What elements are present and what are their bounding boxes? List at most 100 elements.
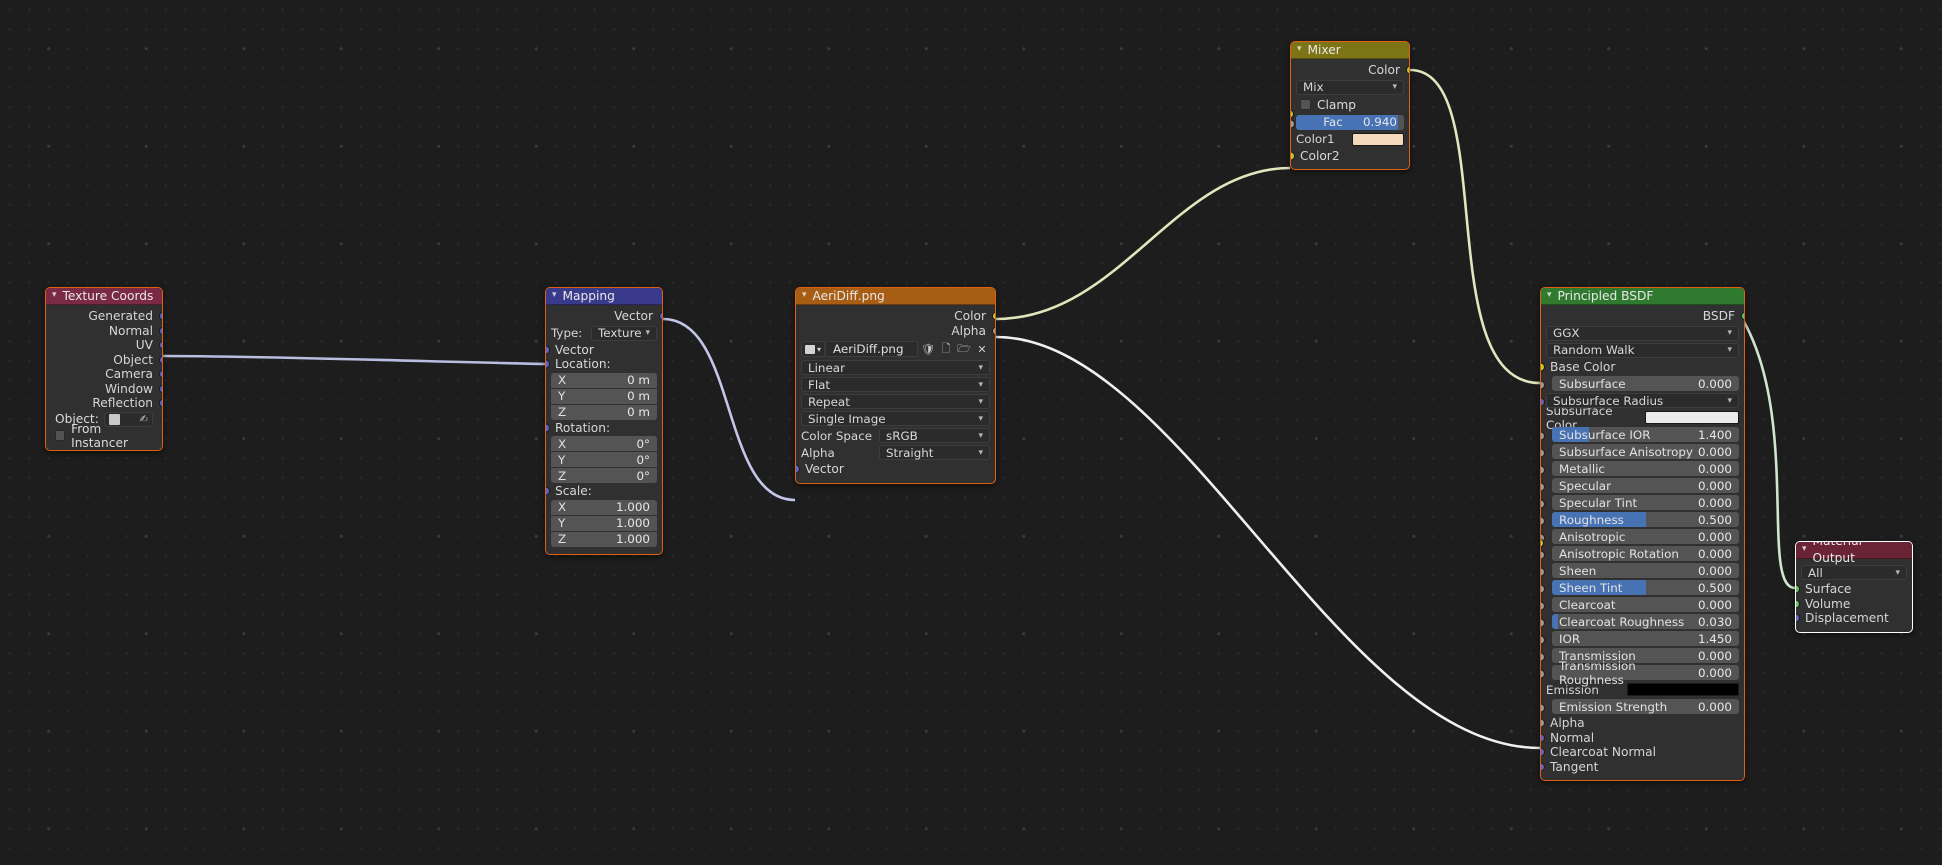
fake-user-shield-icon[interactable]: 🛡 [920, 341, 936, 357]
collapse-chevron-icon[interactable]: ▾ [1547, 288, 1552, 304]
socket-tangent[interactable] [1541, 762, 1545, 772]
location-section-label[interactable]: Location: [546, 357, 662, 372]
output-socket-row-vector[interactable]: Vector [546, 309, 662, 324]
output-socket-row-color[interactable]: Color [796, 309, 995, 324]
socket-anisotropic-rotation[interactable] [1541, 550, 1545, 560]
subsurface-color-swatch[interactable] [1645, 411, 1739, 424]
input-socket-row-tangent[interactable]: Tangent [1541, 760, 1744, 775]
checkbox-icon[interactable] [1300, 99, 1311, 110]
eyedropper-icon[interactable]: ✍ [140, 414, 148, 425]
input-socket-row-volume[interactable]: Volume [1796, 597, 1912, 612]
socket-color2[interactable] [1291, 151, 1295, 161]
clearcoat-roughness-slider[interactable]: Clearcoat Roughness 0.030 [1552, 614, 1739, 629]
interpolation-dropdown[interactable]: Linear ▾ [801, 360, 990, 375]
output-socket-row-normal[interactable]: Normal [46, 324, 162, 339]
socket-roughness[interactable] [1541, 516, 1545, 526]
transmission-roughness-slider[interactable]: Transmission Roughness 0.000 [1552, 659, 1739, 687]
metallic-slider[interactable]: Metallic 0.000 [1552, 461, 1739, 476]
socket-scale[interactable] [546, 486, 550, 496]
output-socket-row-uv[interactable]: UV [46, 338, 162, 353]
blend-mode-dropdown[interactable]: Mix ▾ [1296, 79, 1404, 95]
node-image-texture[interactable]: ▾ AeriDiff.png Color Alpha ▾ AeriDiff.pn… [795, 287, 996, 484]
alpha-dropdown[interactable]: Straight ▾ [879, 445, 990, 460]
specular-slider[interactable]: Specular 0.000 [1552, 478, 1739, 493]
rotation-section-label[interactable]: Rotation: [546, 421, 662, 436]
color-space-dropdown[interactable]: sRGB ▾ [879, 428, 990, 443]
input-socket-row-base-color[interactable]: Base Color [1541, 360, 1744, 375]
fac-slider[interactable]: Fac 0.940 [1296, 114, 1404, 130]
output-socket-row-object[interactable]: Object [46, 353, 162, 368]
socket-object[interactable] [158, 355, 162, 365]
output-socket-row-alpha[interactable]: Alpha [796, 324, 995, 339]
source-dropdown[interactable]: Single Image ▾ [801, 411, 990, 426]
socket-subsurface[interactable] [1541, 380, 1545, 390]
collapse-chevron-icon[interactable]: ▾ [802, 288, 807, 304]
color1-swatch[interactable] [1352, 132, 1404, 146]
socket-clearcoat[interactable] [1541, 601, 1545, 611]
anisotropic-rotation-slider[interactable]: Anisotropic Rotation 0.000 [1552, 546, 1739, 561]
scale-fields[interactable]: X 1.000 Y 1.000 Z 1.000 [551, 499, 657, 547]
socket-displacement[interactable] [1796, 613, 1800, 623]
socket-uv[interactable] [158, 340, 162, 350]
node-header-principled-bsdf[interactable]: ▾ Principled BSDF [1541, 288, 1744, 305]
socket-clearcoat-roughness[interactable] [1541, 618, 1545, 628]
specular-tint-slider[interactable]: Specular Tint 0.000 [1552, 495, 1739, 510]
collapse-chevron-icon[interactable]: ▾ [52, 288, 57, 304]
color-space-row[interactable]: Color Space sRGB ▾ [801, 428, 990, 443]
emission-strength-slider[interactable]: Emission Strength 0.000 [1552, 699, 1739, 714]
input-socket-row-clearcoat-normal[interactable]: Clearcoat Normal [1541, 745, 1744, 760]
sheen-tint-slider[interactable]: Sheen Tint 0.500 [1552, 580, 1739, 595]
socket-generated[interactable] [158, 311, 162, 321]
mapping-type-row[interactable]: Type: Texture ▾ [551, 325, 657, 341]
from-instancer-checkbox[interactable]: From Instancer [46, 422, 162, 450]
anisotropic-slider[interactable]: Anisotropic 0.000 [1552, 529, 1739, 544]
collapse-chevron-icon[interactable]: ▾ [1297, 42, 1302, 58]
socket-vector-out[interactable] [658, 311, 662, 321]
output-socket-row-camera[interactable]: Camera [46, 367, 162, 382]
collapse-chevron-icon[interactable]: ▾ [1802, 542, 1807, 558]
node-header-image-texture[interactable]: ▾ AeriDiff.png [796, 288, 995, 305]
scale-z[interactable]: Z 1.000 [551, 531, 657, 547]
alpha-mode-row[interactable]: Alpha Straight ▾ [801, 445, 990, 460]
duplicate-copy-icon[interactable]: 🗋 [938, 341, 954, 357]
subsurface-method-dropdown[interactable]: Random Walk ▾ [1546, 342, 1739, 358]
output-socket-row-window[interactable]: Window [46, 382, 162, 397]
socket-reflection[interactable] [158, 398, 162, 408]
socket-normal[interactable] [158, 326, 162, 336]
socket-subsurface-anisotropy[interactable] [1541, 448, 1545, 458]
output-socket-row-color[interactable]: Color [1291, 63, 1409, 78]
socket-rotation[interactable] [546, 423, 550, 433]
location-y[interactable]: Y 0 m [551, 388, 657, 404]
location-fields[interactable]: X 0 m Y 0 m Z 0 m [551, 372, 657, 420]
socket-alpha-out[interactable] [991, 326, 995, 336]
socket-transmission[interactable] [1541, 652, 1545, 662]
socket-color-out[interactable] [1405, 65, 1409, 75]
color1-row[interactable]: Color1 [1291, 109, 1404, 147]
socket-alpha[interactable] [1541, 718, 1545, 728]
socket-fac[interactable] [1291, 119, 1295, 128]
projection-dropdown[interactable]: Flat ▾ [801, 377, 990, 392]
socket-volume[interactable] [1796, 599, 1800, 609]
socket-sheen[interactable] [1541, 567, 1545, 577]
subsurface-anisotropy-slider[interactable]: Subsurface Anisotropy 0.000 [1552, 444, 1739, 459]
rotation-y[interactable]: Y 0° [551, 452, 657, 467]
socket-specular-tint[interactable] [1541, 499, 1545, 509]
socket-window[interactable] [158, 384, 162, 394]
socket-sheen-tint[interactable] [1541, 584, 1545, 594]
color2-row[interactable]: Color2 [1291, 149, 1409, 164]
image-datablock-browse-button[interactable]: ▾ [801, 341, 825, 357]
clearcoat-slider[interactable]: Clearcoat 0.000 [1552, 597, 1739, 612]
extension-dropdown[interactable]: Repeat ▾ [801, 394, 990, 409]
output-socket-row-generated[interactable]: Generated [46, 309, 162, 324]
socket-surface[interactable] [1796, 584, 1800, 594]
image-datablock-row[interactable]: ▾ AeriDiff.png 🛡 🗋 🗁 ✕ [801, 341, 990, 357]
socket-normal[interactable] [1541, 733, 1545, 743]
open-folder-icon[interactable]: 🗁 [956, 341, 972, 357]
subsurface-ior-slider[interactable]: Subsurface IOR 1.400 [1552, 427, 1739, 442]
input-socket-row-vector[interactable]: Vector [796, 462, 995, 477]
socket-clearcoat-normal[interactable] [1541, 747, 1545, 757]
socket-vector-in[interactable] [546, 345, 550, 355]
scale-section-label[interactable]: Scale: [546, 484, 662, 499]
socket-ior[interactable] [1541, 635, 1545, 645]
distribution-dropdown[interactable]: GGX ▾ [1546, 325, 1739, 341]
